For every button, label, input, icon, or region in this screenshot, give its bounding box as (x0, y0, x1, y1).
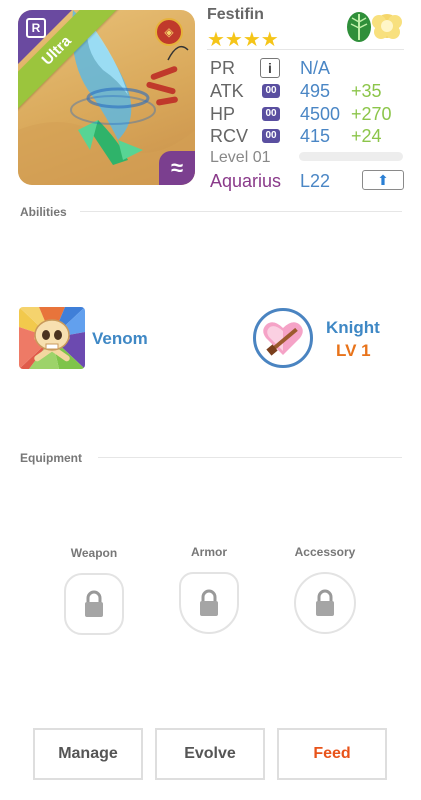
cloud-icon (372, 14, 402, 39)
stat-rcv-bonus: +24 (351, 126, 382, 146)
zodiac-sign: Aquarius (210, 171, 282, 191)
venom-ability-icon[interactable] (19, 307, 85, 369)
water-element-icon: ≈ (159, 151, 195, 185)
stat-hp-value: 4500 (300, 104, 341, 124)
stat-rcv-value: 415 (300, 126, 331, 146)
monster-portrait[interactable]: Ultra R ◈ ≈ (18, 10, 195, 185)
stat-hp-row: HP (210, 103, 235, 125)
abilities-title: Abilities (20, 205, 67, 219)
armor-slot-label: Armor (190, 545, 227, 559)
weapon-slot-label: Weapon (70, 546, 118, 560)
evolve-button[interactable]: Evolve (155, 728, 265, 780)
lock-icon (85, 590, 103, 617)
stat-atk-label: ATK (210, 81, 244, 101)
leaf-icon (347, 12, 371, 42)
arrow-up-icon: ⬆ (377, 172, 389, 188)
rarity-badge-icon: R (26, 18, 46, 38)
header-divider (207, 49, 404, 50)
lock-icon (200, 589, 218, 616)
weapon-slot[interactable] (64, 573, 124, 635)
stat-pr-value: N/A (300, 58, 331, 78)
hp-boost-badge: 00 (262, 107, 280, 121)
stat-atk-bonus: +35 (351, 81, 382, 101)
stat-atk-value: 495 (300, 81, 331, 101)
upgrade-button[interactable]: ⬆ (362, 170, 404, 190)
skull-icon (19, 307, 85, 369)
ability-name[interactable]: Venom (92, 329, 148, 349)
stat-pr-label: PR (210, 58, 236, 78)
level-label: Level 01 (210, 149, 271, 166)
feed-button[interactable]: Feed (277, 728, 387, 780)
manage-button[interactable]: Manage (33, 728, 143, 780)
stat-hp-bonus: +270 (351, 104, 392, 124)
sign-row: Aquarius (210, 170, 281, 192)
stat-rcv-label: RCV (210, 126, 249, 146)
knight-skill-icon[interactable] (253, 308, 313, 368)
monster-name: Festifin (207, 6, 264, 23)
skill-level: LV 1 (336, 341, 371, 360)
lock-icon (316, 589, 334, 616)
stat-rcv-row: RCV (210, 125, 248, 147)
atk-boost-badge: 00 (262, 84, 280, 98)
accessory-slot-label: Accessory (294, 545, 356, 559)
level-progress-bar (299, 152, 403, 161)
abilities-divider (80, 211, 402, 212)
info-icon[interactable]: i (260, 58, 280, 78)
equipment-divider (98, 457, 402, 458)
stat-hp-label: HP (210, 104, 236, 124)
level-row: Level 01 (210, 147, 271, 169)
heart-sword-icon (263, 322, 303, 356)
equipment-title: Equipment (20, 451, 82, 465)
armor-slot[interactable] (179, 572, 239, 634)
rcv-boost-badge: 00 (262, 129, 280, 143)
medal-icon: ◈ (155, 18, 183, 46)
accessory-slot[interactable] (294, 572, 356, 634)
stat-atk-row: ATK (210, 80, 244, 102)
skill-name[interactable]: Knight (326, 318, 380, 338)
element-type-icons (347, 12, 402, 42)
stat-pr-row: PR (210, 57, 235, 79)
sign-level: L22 (300, 171, 331, 191)
